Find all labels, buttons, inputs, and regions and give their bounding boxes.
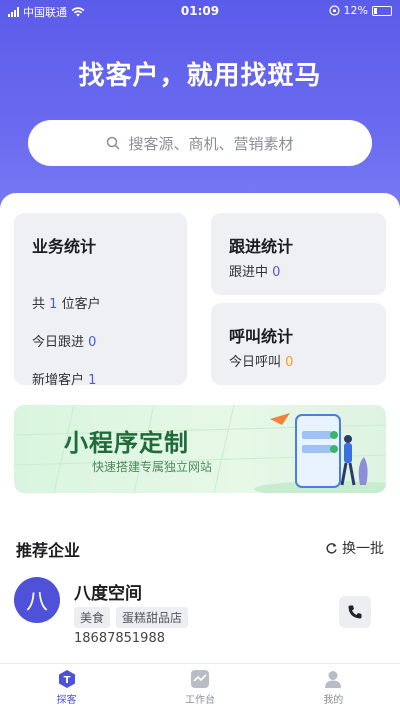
mini-program-banner[interactable]: 小程序定制 快速搭建专属独立网站 — [14, 405, 386, 493]
call-stats-title: 呼叫统计 — [229, 327, 294, 346]
battery-percent: 12% — [343, 4, 368, 17]
tab-label: 我的 — [323, 695, 344, 706]
company-tags: 美食 蛋糕甜品店 — [74, 607, 189, 628]
status-bar: 中国联通 01:09 12% — [0, 0, 400, 22]
company-tag: 美食 — [74, 607, 111, 628]
today-calls-label: 今日呼叫 — [229, 355, 282, 370]
total-suffix: 位客户 — [61, 297, 101, 312]
total-customers-row: 共 1 位客户 — [32, 293, 101, 312]
battery-icon — [372, 5, 392, 16]
tab-workbench[interactable]: 工作台 — [133, 664, 266, 711]
search-icon — [107, 136, 121, 150]
recommend-title: 推荐企业 — [16, 541, 81, 560]
total-prefix: 共 — [32, 297, 46, 312]
following-value: 0 — [272, 265, 281, 280]
refresh-label: 换一批 — [342, 541, 384, 557]
call-button[interactable] — [339, 596, 371, 628]
call-stats-card[interactable]: 呼叫统计 今日呼叫 0 — [211, 303, 386, 385]
profile-tab-icon — [325, 671, 342, 688]
today-calls-row: 今日呼叫 0 — [229, 351, 293, 370]
phone-icon — [348, 605, 362, 619]
orientation-lock-icon — [328, 5, 340, 16]
new-customers-value: 1 — [88, 373, 97, 388]
tab-label: 探客 — [56, 695, 77, 706]
following-label: 跟进中 — [229, 265, 269, 280]
new-customers-label: 新增客户 — [32, 373, 85, 388]
refresh-button[interactable]: 换一批 — [325, 538, 384, 558]
today-follow-row: 今日跟进 0 — [32, 331, 96, 350]
business-stats-title: 业务统计 — [32, 237, 97, 256]
total-customers-value: 1 — [49, 297, 58, 312]
today-calls-value: 0 — [285, 355, 294, 370]
follow-stats-title: 跟进统计 — [229, 237, 294, 256]
tab-mine[interactable]: 我的 — [267, 664, 400, 711]
banner-title: 小程序定制 — [64, 429, 189, 457]
today-follow-value: 0 — [88, 335, 97, 350]
company-name: 八度空间 — [74, 584, 142, 604]
company-avatar: 八 — [14, 577, 60, 623]
new-customers-row: 新增客户 1 — [32, 369, 96, 388]
bottom-tab-bar: T 探客 工作台 我的 — [0, 663, 400, 711]
follow-stats-card[interactable]: 跟进统计 跟进中 0 — [211, 213, 386, 295]
svg-text:T: T — [63, 675, 70, 686]
explore-tab-icon: T — [58, 670, 75, 688]
search-bar[interactable]: 搜客源、商机、营销素材 — [28, 120, 372, 166]
business-stats-card[interactable]: 业务统计 共 1 位客户 今日跟进 0 新增客户 1 — [14, 213, 187, 388]
phone-illustration-icon — [270, 413, 368, 488]
company-tag: 蛋糕甜品店 — [116, 607, 189, 628]
refresh-icon — [326, 542, 337, 553]
company-phone: 18687851988 — [74, 631, 165, 646]
hero-slogan: 找客户，就用找斑马 — [78, 61, 322, 91]
workbench-tab-icon — [190, 670, 209, 688]
today-follow-label: 今日跟进 — [32, 335, 85, 350]
tab-label: 工作台 — [184, 695, 215, 706]
following-row: 跟进中 0 — [229, 261, 280, 280]
tab-explore[interactable]: T 探客 — [0, 664, 133, 711]
search-placeholder: 搜客源、商机、营销素材 — [128, 134, 294, 153]
recommend-section: 推荐企业 换一批 八 八度空间 美食 蛋糕甜品店 18687851988 — [0, 523, 400, 663]
banner-subtitle: 快速搭建专属独立网站 — [92, 460, 213, 474]
